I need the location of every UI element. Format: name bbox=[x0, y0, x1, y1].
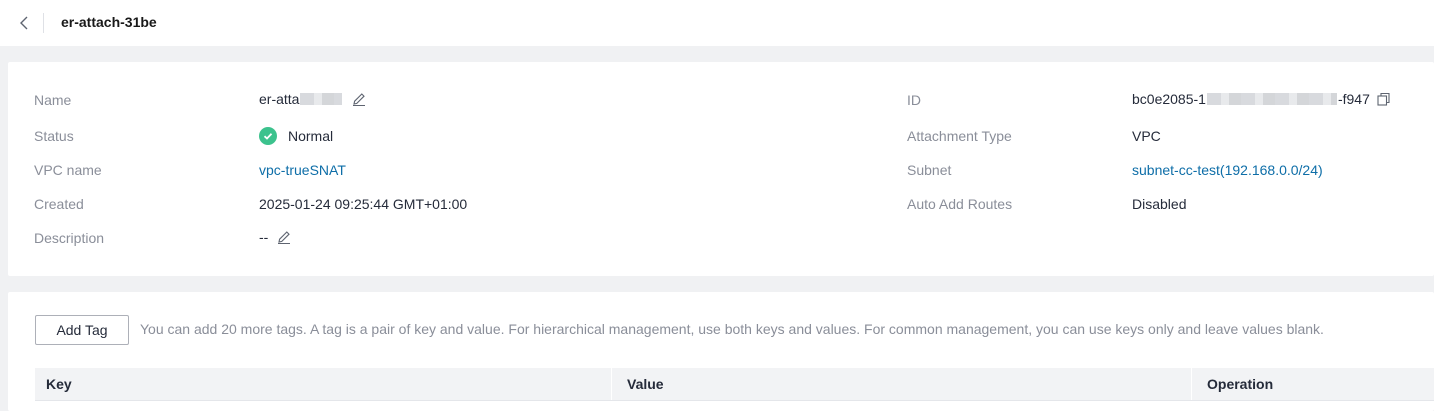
auto-add-routes-value: Disabled bbox=[1132, 196, 1187, 212]
chevron-left-icon bbox=[20, 16, 28, 30]
name-label: Name bbox=[34, 92, 72, 108]
id-label: ID bbox=[907, 92, 921, 108]
id-text-suffix: -f947 bbox=[1337, 91, 1370, 107]
status-label: Status bbox=[34, 128, 74, 144]
vpc-name-label: VPC name bbox=[34, 162, 102, 178]
created-label: Created bbox=[34, 196, 84, 212]
description-text: -- bbox=[259, 229, 269, 245]
subnet-label: Subnet bbox=[907, 162, 952, 178]
created-value: 2025-01-24 09:25:44 GMT+01:00 bbox=[259, 196, 468, 212]
pencil-icon bbox=[278, 231, 291, 245]
back-button[interactable] bbox=[14, 12, 34, 34]
copy-icon bbox=[1377, 92, 1390, 106]
name-value: er-atta bbox=[259, 91, 367, 107]
edit-name-button[interactable] bbox=[351, 91, 367, 107]
page-header: er-attach-31be bbox=[0, 0, 1434, 46]
attachment-type-label: Attachment Type bbox=[907, 128, 1012, 144]
edit-description-button[interactable] bbox=[276, 229, 292, 245]
page-title: er-attach-31be bbox=[61, 14, 157, 30]
copy-id-button[interactable] bbox=[1376, 92, 1391, 107]
check-circle-icon bbox=[259, 127, 277, 145]
column-divider bbox=[611, 368, 612, 400]
id-text-prefix: bc0e2085-1 bbox=[1132, 91, 1206, 107]
auto-add-routes-label: Auto Add Routes bbox=[907, 196, 1013, 212]
redacted-block bbox=[300, 93, 343, 105]
column-header-value[interactable]: Value bbox=[616, 368, 1192, 400]
status-text: Normal bbox=[288, 128, 334, 144]
tags-table-header: Key Value Operation bbox=[35, 368, 1434, 401]
basic-info-card: Name er-atta Status Normal VPC name vpc-… bbox=[8, 62, 1434, 276]
status-value: Normal bbox=[259, 127, 333, 145]
column-header-key[interactable]: Key bbox=[35, 368, 611, 400]
column-divider bbox=[1191, 368, 1192, 400]
tag-hint-text: You can add 20 more tags. A tag is a pai… bbox=[140, 321, 1324, 337]
pencil-icon bbox=[353, 93, 366, 107]
add-tag-button[interactable]: Add Tag bbox=[35, 315, 129, 345]
column-header-operation: Operation bbox=[1207, 376, 1274, 392]
id-value: bc0e2085-1 -f947 bbox=[1132, 91, 1391, 107]
name-text: er-atta bbox=[259, 91, 300, 107]
redacted-block bbox=[1206, 93, 1337, 105]
attachment-type-value: VPC bbox=[1132, 128, 1161, 144]
tags-card: Add Tag You can add 20 more tags. A tag … bbox=[8, 292, 1434, 411]
header-divider bbox=[43, 13, 44, 33]
vpc-name-link[interactable]: vpc-trueSNAT bbox=[259, 162, 346, 178]
subnet-link[interactable]: subnet-cc-test(192.168.0.0/24) bbox=[1132, 162, 1323, 178]
description-value: -- bbox=[259, 229, 292, 245]
description-label: Description bbox=[34, 230, 105, 246]
